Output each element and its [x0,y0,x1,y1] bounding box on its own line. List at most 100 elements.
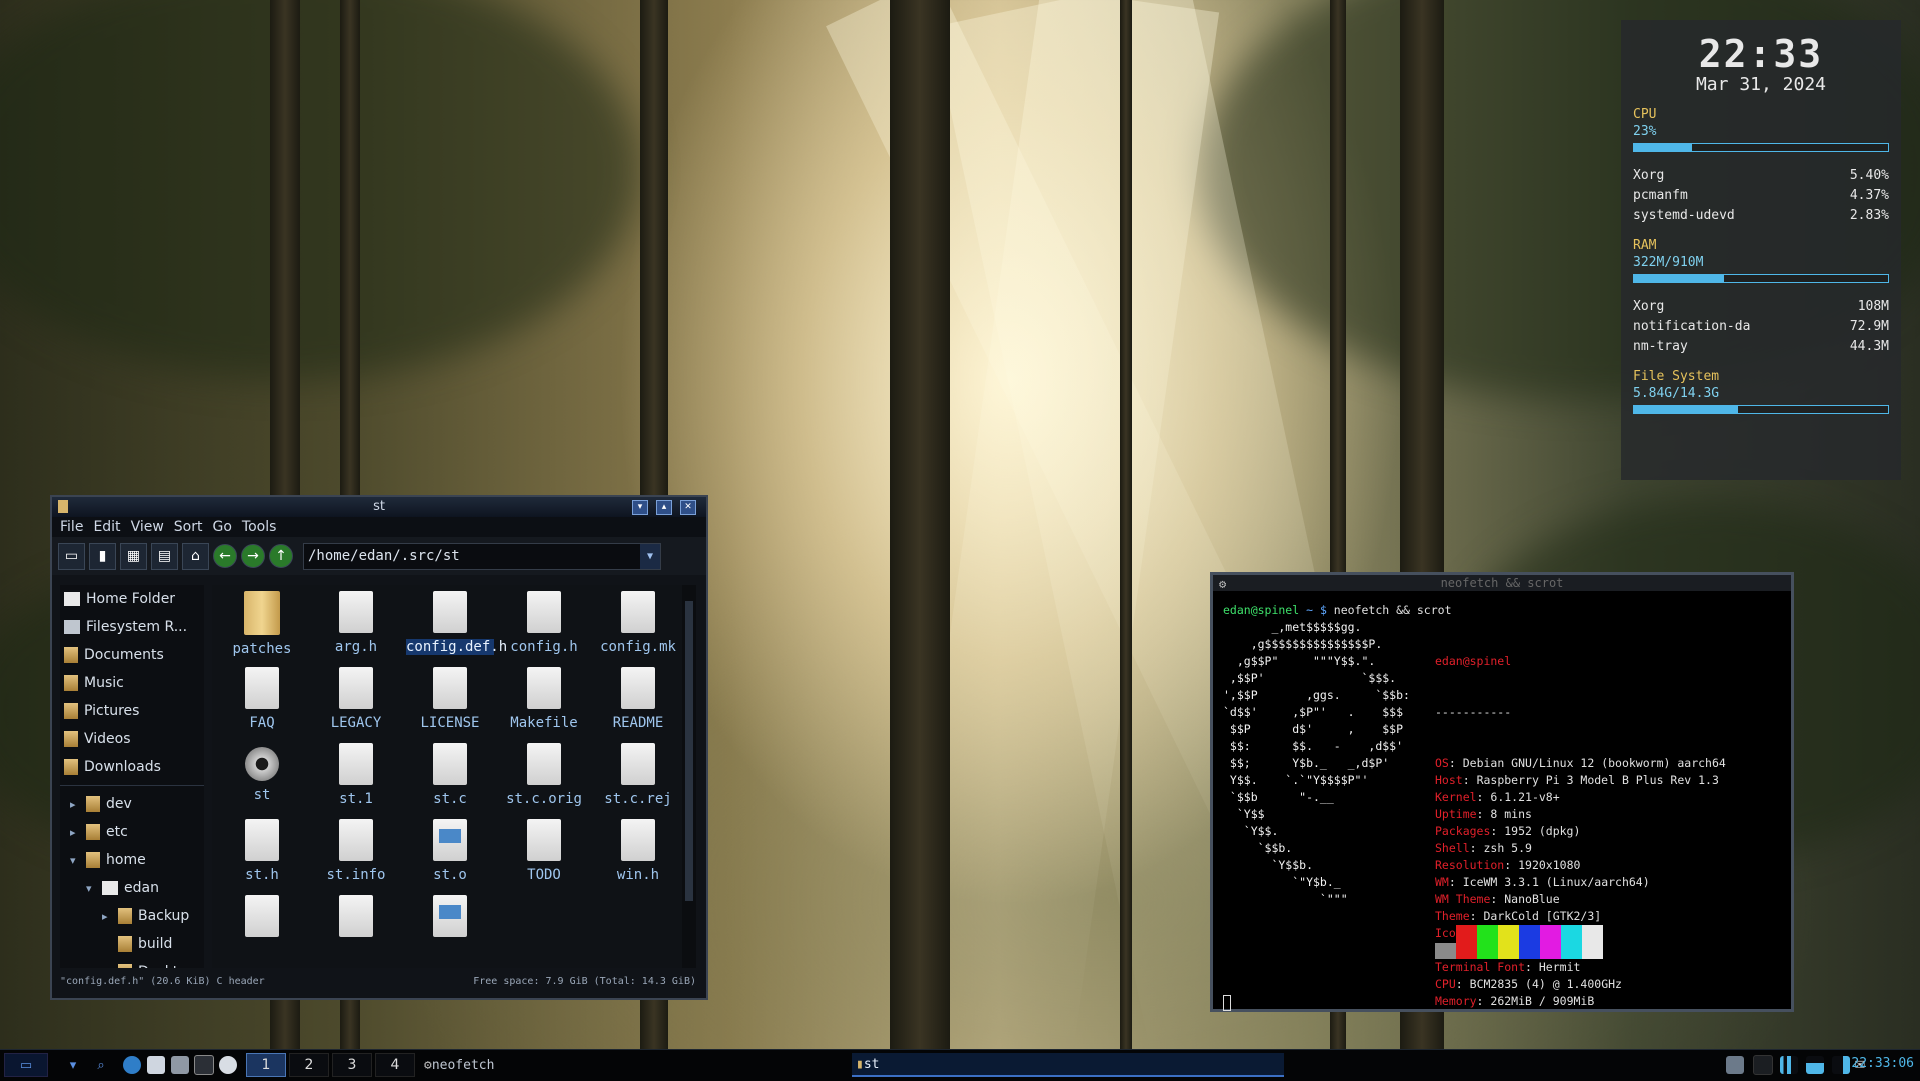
window-titlebar[interactable]: st ▾ ▴ ✕ [52,497,706,517]
file-item[interactable]: st.c [406,743,494,807]
info-value: Raspberry Pi 3 Model B Plus Rev 1.3 [1476,773,1719,787]
menu-sort[interactable]: Sort [174,519,203,535]
terminal-icon[interactable] [194,1053,214,1077]
workspace-button-2[interactable]: 2 [289,1053,329,1077]
taskbar-task-st[interactable]: ▮ st [852,1053,1284,1077]
chevron-down-icon[interactable]: ▾ [86,882,96,895]
folder-icon[interactable] [58,500,68,513]
search-icon[interactable]: ⌕ [92,1053,110,1077]
scrollbar-thumb[interactable] [685,601,693,901]
file-item[interactable]: LICENSE [406,667,494,731]
file-manager-window[interactable]: st ▾ ▴ ✕ File Edit View Sort Go Tools ▭ ▮ ▦ ▤… [50,495,708,1000]
info-colon: : [1476,790,1491,804]
new-tab-icon[interactable]: ▮ [89,542,116,570]
window-titlebar[interactable]: ⚙ neofetch && scrot [1213,575,1791,591]
gear-icon[interactable]: ⚙ [1219,576,1226,592]
sidebar-item-downloads[interactable]: Downloads [60,753,204,781]
menu-tools[interactable]: Tools [242,519,277,535]
network-icon[interactable] [1724,1053,1746,1077]
tree-item[interactable]: ▸ dev [60,790,204,818]
file-item[interactable]: LEGACY [312,667,400,731]
chevron-right-icon[interactable]: ▸ [70,826,80,839]
file-item[interactable]: config.mk [594,591,682,655]
toolbar: ▭ ▮ ▦ ▤ ⌂ ← → ↑ /home/edan/.src/st ▼ [52,537,706,575]
sidebar-item-music[interactable]: Music [60,669,204,697]
file-item[interactable]: st.c.orig [500,743,588,807]
file-item[interactable]: FAQ [218,667,306,731]
path-bar[interactable]: /home/edan/.src/st ▼ [303,542,661,570]
tree-item[interactable]: ▸ Backup [60,902,204,930]
minimize-button[interactable]: ▾ [632,500,648,515]
workspace-button-4[interactable]: 4 [375,1053,415,1077]
document-icon [621,819,655,861]
info-colon: : [1469,841,1484,855]
icon-view-icon[interactable]: ▦ [120,542,147,570]
window-list-icon[interactable]: ▾ [64,1053,82,1077]
file-item[interactable]: TODO [500,819,588,883]
home-icon[interactable]: ⌂ [182,542,209,570]
list-view-icon[interactable]: ▤ [151,542,178,570]
file-item[interactable]: arg.h [312,591,400,655]
chevron-down-icon[interactable]: ▾ [70,854,80,867]
tree-item[interactable]: ▾ home [60,846,204,874]
file-item[interactable]: config.def.h [406,591,507,655]
taskbar-task-neofetch[interactable]: ⚙ neofetch [420,1053,690,1077]
monitor-icon[interactable] [1752,1053,1774,1077]
file-item[interactable] [312,895,400,943]
file-item[interactable]: config.h [500,591,588,655]
tree-item[interactable]: Desktop [60,958,204,968]
info-row: OS: Debian GNU/Linux 12 (bookworm) aarch… [1435,755,1726,772]
tree-item[interactable]: build [60,930,204,958]
maximize-button[interactable]: ▴ [656,500,672,515]
close-button[interactable]: ✕ [680,500,696,515]
menu-go[interactable]: Go [213,519,232,535]
workspace-button-3[interactable]: 3 [332,1053,372,1077]
browser-icon[interactable] [122,1053,142,1077]
cpu-graph-icon[interactable] [1778,1053,1800,1077]
volume-icon[interactable] [1830,1053,1852,1077]
menu-view[interactable]: View [131,519,164,535]
file-item[interactable] [218,895,306,943]
tree-item[interactable]: ▾ edan [60,874,204,902]
file-item[interactable]: st [218,743,306,803]
chevron-right-icon[interactable]: ▸ [70,798,80,811]
file-name: st.c [433,791,467,807]
cpu-process-name: Xorg [1633,168,1665,183]
system-icon[interactable] [218,1053,238,1077]
back-icon[interactable]: ← [213,544,237,568]
start-menu-button[interactable]: ▭ [4,1053,48,1077]
chevron-down-icon[interactable]: ▼ [640,543,660,569]
file-item[interactable]: st.info [312,819,400,883]
scrollbar[interactable] [682,585,696,968]
terminal-window[interactable]: ⚙ neofetch && scrot edan@spinel ~ $ neof… [1210,572,1794,1012]
menu-file[interactable]: File [60,519,83,535]
up-icon[interactable]: ↑ [269,544,293,568]
sidebar-item-filesystem-r-[interactable]: Filesystem R... [60,613,204,641]
sidebar-item-pictures[interactable]: Pictures [60,697,204,725]
files-icon[interactable] [170,1053,190,1077]
taskbar-clock[interactable]: 22:33:06 [1851,1056,1914,1071]
chevron-right-icon[interactable]: ▸ [102,910,112,923]
file-item[interactable]: st.1 [312,743,400,807]
file-item[interactable]: Makefile [500,667,588,731]
file-item[interactable] [406,895,494,943]
memory-graph-icon[interactable] [1804,1053,1826,1077]
file-item[interactable]: README [594,667,682,731]
new-window-icon[interactable]: ▭ [58,542,85,570]
forward-icon[interactable]: → [241,544,265,568]
sidebar-item-videos[interactable]: Videos [60,725,204,753]
file-item[interactable]: st.o [406,819,494,883]
file-item[interactable]: st.h [218,819,306,883]
mail-icon[interactable] [146,1053,166,1077]
debian-ascii-logo: _,met$$$$$gg. ,g$$$$$$$$$$$$$$$P. ,g$$P"… [1223,620,1410,906]
file-item[interactable]: st.c.rej [594,743,682,807]
workspace-button-1[interactable]: 1 [246,1053,286,1077]
tree-item-label: build [138,936,173,952]
sidebar-item-home-folder[interactable]: Home Folder [60,585,204,613]
file-item[interactable]: patches [218,591,306,657]
tree-item[interactable]: ▸ etc [60,818,204,846]
file-item[interactable]: win.h [594,819,682,883]
color-swatch [1477,925,1498,959]
sidebar-item-documents[interactable]: Documents [60,641,204,669]
menu-edit[interactable]: Edit [93,519,120,535]
